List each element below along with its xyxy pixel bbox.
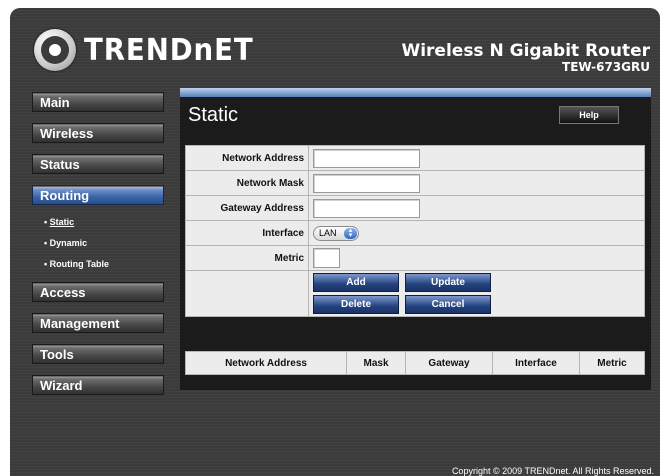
submenu-item-dynamic[interactable]: • Dynamic xyxy=(44,233,166,254)
nav-item-management[interactable]: Management xyxy=(32,313,164,333)
product-header: Wireless N Gigabit Router TEW-673GRU xyxy=(401,42,650,74)
interface-select[interactable]: LAN ▴ ▾ xyxy=(313,225,359,241)
nav-item-routing[interactable]: Routing xyxy=(32,185,164,205)
help-button[interactable]: Help xyxy=(559,106,619,124)
form-row-actions: Add Update Delete Cancel xyxy=(185,270,645,317)
metric-input[interactable] xyxy=(313,248,340,268)
delete-button[interactable]: Delete xyxy=(313,295,399,314)
sidebar-nav: Main Wireless Status Routing • Static • … xyxy=(32,92,166,406)
static-route-form: Network Address Network Mask Gateway Add… xyxy=(185,145,645,317)
metric-cell xyxy=(308,245,645,271)
select-arrows-icon: ▴ ▾ xyxy=(344,227,357,239)
product-model: TEW-673GRU xyxy=(562,60,650,74)
col-gateway: Gateway xyxy=(405,351,493,375)
network-mask-input[interactable] xyxy=(313,173,420,193)
interface-select-value: LAN xyxy=(319,228,337,238)
submenu-item-routing-table[interactable]: • Routing Table xyxy=(44,254,166,275)
nav-item-wizard[interactable]: Wizard xyxy=(32,375,164,395)
nav-item-main[interactable]: Main xyxy=(32,92,164,112)
panel-title-bar xyxy=(180,88,651,97)
col-mask: Mask xyxy=(346,351,406,375)
gateway-address-input[interactable] xyxy=(313,198,420,218)
submenu-static-label[interactable]: Static xyxy=(50,217,75,227)
gateway-address-label: Gateway Address xyxy=(185,195,309,221)
trendnet-logo: TRENDnET xyxy=(34,28,268,72)
update-button[interactable]: Update xyxy=(405,273,491,292)
network-mask-label: Network Mask xyxy=(185,170,309,196)
network-address-label: Network Address xyxy=(185,145,309,171)
static-routing-panel: Static Help Network Address Network Mask… xyxy=(180,88,651,390)
actions-spacer xyxy=(185,270,309,317)
nav-item-status[interactable]: Status xyxy=(32,154,164,174)
routing-table-header: Network Address Mask Gateway Interface M… xyxy=(185,351,645,375)
network-address-cell xyxy=(308,145,645,171)
nav-item-tools[interactable]: Tools xyxy=(32,344,164,364)
interface-label: Interface xyxy=(185,220,309,246)
form-row-network-address: Network Address xyxy=(185,145,645,171)
routing-table: Network Address Mask Gateway Interface M… xyxy=(185,351,645,375)
copyright-footer: Copyright © 2009 TRENDnet. All Rights Re… xyxy=(451,466,654,476)
trendnet-logo-icon xyxy=(34,29,76,71)
network-mask-cell xyxy=(308,170,645,196)
col-metric: Metric xyxy=(579,351,645,375)
page-title: Static xyxy=(188,104,239,126)
product-title: Wireless N Gigabit Router xyxy=(401,41,650,61)
network-address-input[interactable] xyxy=(313,148,420,168)
cancel-button[interactable]: Cancel xyxy=(405,295,491,314)
col-network-address: Network Address xyxy=(185,351,347,375)
form-row-metric: Metric xyxy=(185,245,645,271)
col-interface: Interface xyxy=(492,351,580,375)
form-row-network-mask: Network Mask xyxy=(185,170,645,196)
add-button[interactable]: Add xyxy=(313,273,399,292)
form-row-gateway-address: Gateway Address xyxy=(185,195,645,221)
metric-label: Metric xyxy=(185,245,309,271)
form-row-interface: Interface LAN ▴ ▾ xyxy=(185,220,645,246)
submenu-item-static[interactable]: • Static xyxy=(44,212,166,233)
routing-submenu: • Static • Dynamic • Routing Table xyxy=(44,212,166,275)
nav-item-access[interactable]: Access xyxy=(32,282,164,302)
logo-text: TRENDnET xyxy=(84,32,254,68)
interface-cell: LAN ▴ ▾ xyxy=(308,220,645,246)
gateway-address-cell xyxy=(308,195,645,221)
action-buttons: Add Update Delete Cancel xyxy=(313,273,644,314)
actions-cell: Add Update Delete Cancel xyxy=(308,270,645,317)
nav-item-wireless[interactable]: Wireless xyxy=(32,123,164,143)
router-frame: TRENDnET Wireless N Gigabit Router TEW-6… xyxy=(10,8,660,476)
